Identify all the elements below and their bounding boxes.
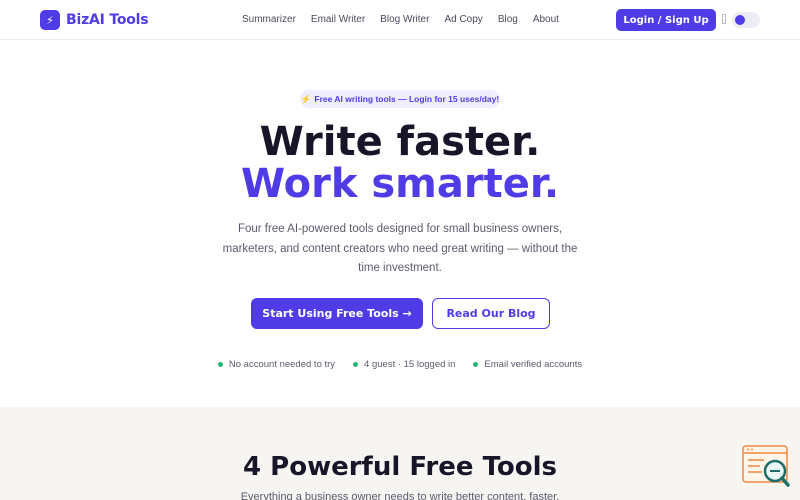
tools-section-subtitle: Everything a business owner needs to wri… <box>240 491 560 500</box>
lightning-icon: ⚡ <box>300 93 312 104</box>
nav-link-summarizer[interactable]: Summarizer <box>242 14 296 25</box>
tools-section-title: 4 Powerful Free Tools <box>243 452 557 482</box>
start-free-tools-button[interactable]: Start Using Free Tools → <box>251 298 423 329</box>
logo-text: BizAI Tools <box>66 12 149 28</box>
site-header: ⚡ BizAI Tools Summarizer Email Writer Bl… <box>0 0 800 40</box>
hero-subtitle: Four free AI-powered tools designed for … <box>222 223 578 274</box>
theme-icon <box>722 14 726 24</box>
lightning-icon: ⚡ <box>40 10 60 30</box>
feature-label: No account needed to try <box>228 359 336 370</box>
feature-label: 4 guest · 15 logged in <box>364 359 456 370</box>
nav-link-about[interactable]: About <box>533 14 559 25</box>
feature-list: No account needed to try 4 guest · 15 lo… <box>0 359 800 370</box>
nav-link-blog[interactable]: Blog <box>498 14 518 25</box>
search-help-widget-icon[interactable] <box>742 445 790 491</box>
feature-item: 4 guest · 15 logged in <box>353 359 455 370</box>
nav-link-email-writer[interactable]: Email Writer <box>311 14 365 25</box>
feature-label: Email verified accounts <box>484 359 583 370</box>
feature-item: No account needed to try <box>217 359 336 370</box>
read-blog-button[interactable]: Read Our Blog <box>432 298 550 329</box>
promo-badge-text: Free AI writing tools — Login for 15 use… <box>314 94 500 104</box>
toggle-knob <box>735 15 745 25</box>
hero-title-line-2: Work smarter. <box>240 161 560 207</box>
main-nav: Summarizer Email Writer Blog Writer Ad C… <box>242 14 559 25</box>
feature-item: Email verified accounts <box>473 359 582 370</box>
logo[interactable]: ⚡ BizAI Tools <box>40 10 149 30</box>
promo-badge: ⚡ Free AI writing tools — Login for 15 u… <box>300 90 500 108</box>
hero-title-line-1: Write faster. <box>259 119 541 165</box>
status-dot-icon <box>353 362 359 367</box>
nav-link-ad-copy[interactable]: Ad Copy <box>444 14 482 25</box>
nav-link-blog-writer[interactable]: Blog Writer <box>380 14 429 25</box>
status-dot-icon <box>217 362 223 367</box>
theme-toggle[interactable] <box>732 12 760 28</box>
login-signup-button[interactable]: Login / Sign Up <box>616 9 716 31</box>
status-dot-icon <box>473 362 479 367</box>
